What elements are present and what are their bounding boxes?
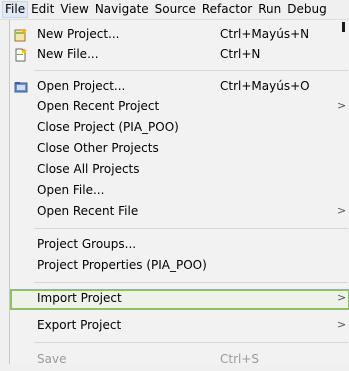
new-project-shortcut: Ctrl+Mayús+N [220, 27, 310, 41]
open-recent-project-label: Open Recent Project [37, 99, 160, 113]
close-other-projects-label: Close Other Projects [37, 141, 159, 155]
menu-debug[interactable]: Debug [284, 1, 329, 18]
menu-item-import-project[interactable]: Import Project > [10, 289, 349, 310]
open-project-label: Open Project... [37, 79, 126, 93]
menu-item-new-file[interactable]: New File... Ctrl+N [10, 45, 349, 66]
menu-item-new-project[interactable]: New Project... Ctrl+Mayús+N [10, 25, 349, 46]
open-recent-file-label: Open Recent File [37, 204, 139, 218]
menu-separator [34, 282, 348, 283]
new-file-label: New File... [37, 47, 99, 61]
new-file-shortcut: Ctrl+N [220, 47, 261, 61]
import-project-label: Import Project [37, 291, 122, 305]
menu-separator [34, 342, 348, 343]
chevron-right-icon: > [337, 204, 347, 217]
new-project-label: New Project... [37, 27, 120, 41]
menu-item-close-other-projects[interactable]: Close Other Projects [10, 139, 349, 160]
menu-item-export-project[interactable]: Export Project > [10, 316, 349, 337]
file-menu-dropdown: New Project... Ctrl+Mayús+N New File... … [9, 20, 349, 366]
close-project-label: Close Project (PIA_POO) [37, 120, 179, 134]
project-properties-label: Project Properties (PIA_POO) [37, 258, 207, 272]
background-window-glyph-icon [342, 22, 345, 32]
menu-item-project-properties[interactable]: Project Properties (PIA_POO) [10, 256, 349, 277]
chevron-right-icon: > [337, 318, 347, 331]
menu-bar: File Edit View Navigate Source Refactor … [0, 0, 349, 20]
menu-file[interactable]: File [2, 1, 29, 18]
export-project-label: Export Project [37, 318, 122, 332]
chevron-right-icon: > [337, 99, 347, 112]
menu-item-close-all-projects[interactable]: Close All Projects [10, 160, 349, 181]
menu-source[interactable]: Source [152, 1, 199, 18]
menu-run[interactable]: Run [255, 1, 284, 18]
project-groups-label: Project Groups... [37, 237, 137, 251]
new-project-icon [14, 28, 27, 42]
menu-separator [34, 70, 348, 71]
menu-separator [34, 228, 348, 229]
new-file-icon [15, 48, 27, 62]
open-project-icon [14, 82, 28, 93]
menu-refactor[interactable]: Refactor [199, 1, 255, 18]
menu-item-close-project[interactable]: Close Project (PIA_POO) [10, 118, 349, 139]
menu-item-save: Save Ctrl+S [10, 350, 349, 371]
menu-item-open-recent-file[interactable]: Open Recent File > [10, 202, 349, 223]
menu-item-open-recent-project[interactable]: Open Recent Project > [10, 97, 349, 118]
open-project-shortcut: Ctrl+Mayús+O [220, 79, 310, 93]
chevron-right-icon: > [337, 291, 347, 304]
menu-item-open-file[interactable]: Open File... [10, 181, 349, 202]
menu-navigate[interactable]: Navigate [92, 1, 152, 18]
menu-view[interactable]: View [57, 1, 91, 18]
menu-item-project-groups[interactable]: Project Groups... [10, 235, 349, 256]
open-file-label: Open File... [37, 183, 105, 197]
close-all-projects-label: Close All Projects [37, 162, 140, 176]
menu-edit[interactable]: Edit [28, 1, 57, 18]
menu-item-open-project[interactable]: Open Project... Ctrl+Mayús+O [10, 77, 349, 98]
